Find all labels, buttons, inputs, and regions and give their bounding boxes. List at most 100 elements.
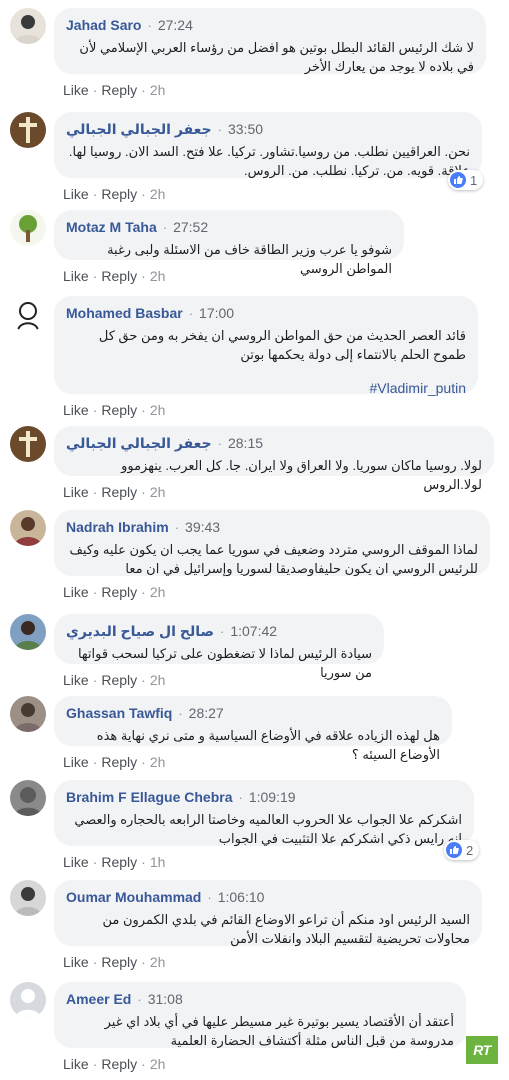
comment-text: قائد العصر الحديث من حق المواطن الروسي ا… <box>98 328 466 362</box>
reply-link[interactable]: Reply <box>101 484 137 500</box>
reply-link[interactable]: Reply <box>101 584 137 600</box>
reaction-count: 1 <box>470 172 478 188</box>
separator-dot: · <box>238 789 243 805</box>
avatar[interactable] <box>10 426 46 462</box>
comment-timestamp[interactable]: 33:50 <box>228 121 263 137</box>
separator-dot: · <box>92 1056 98 1072</box>
comment-actions: Like · Reply · 2h <box>63 82 165 98</box>
comment-actions: Like · Reply · 2h <box>63 402 165 418</box>
commenter-name[interactable]: صالح ال صياح البديري <box>66 623 214 640</box>
avatar[interactable] <box>10 982 46 1018</box>
comment-timestamp[interactable]: 17:00 <box>199 305 234 321</box>
comment-actions: Like · Reply · 2h <box>63 754 165 770</box>
commenter-name[interactable]: Oumar Mouhammad <box>66 889 201 905</box>
like-link[interactable]: Like <box>63 82 89 98</box>
commenter-name[interactable]: Brahim F Ellague Chebra <box>66 789 232 805</box>
commenter-name[interactable]: Motaz M Taha <box>66 219 157 235</box>
separator-dot: · <box>92 82 98 98</box>
comment-thread: Jahad Saro · 27:24 لا شك الرئيس القائد البط… <box>0 0 509 1080</box>
commenter-name[interactable]: جعفر الجبالي الجبالي <box>66 121 212 138</box>
comment-bubble: Mohamed Basbar · 17:00 قائد العصر الحديث من… <box>54 296 478 396</box>
separator-dot: · <box>92 186 98 202</box>
separator-dot: · <box>178 705 183 721</box>
comment-timestamp[interactable]: 27:24 <box>158 17 193 33</box>
comment-age[interactable]: 2h <box>150 672 166 688</box>
separator-dot: · <box>92 584 98 600</box>
separator-dot: · <box>141 1056 146 1072</box>
like-link[interactable]: Like <box>63 484 89 500</box>
comment-timestamp[interactable]: 1:06:10 <box>218 889 265 905</box>
commenter-name[interactable]: Mohamed Basbar <box>66 305 183 321</box>
comment-timestamp[interactable]: 28:15 <box>228 435 263 451</box>
separator-dot: · <box>141 854 146 870</box>
comment-age[interactable]: 2h <box>150 186 166 202</box>
avatar[interactable] <box>10 8 46 44</box>
hashtag-link[interactable]: #Vladimir_putin <box>66 372 467 404</box>
comment-age[interactable]: 2h <box>150 1056 166 1072</box>
like-link[interactable]: Like <box>63 1056 89 1072</box>
separator-dot: · <box>207 889 212 905</box>
comment-bubble: جعفر الجبالي الجبالي · 33:50 نحن. العراقيين… <box>54 112 482 178</box>
separator-dot: · <box>174 519 180 535</box>
separator-dot: · <box>220 623 225 639</box>
comment-actions: Like · Reply · 1h <box>63 854 165 870</box>
commenter-name[interactable]: Nadrah Ibrahim <box>66 519 169 535</box>
reply-link[interactable]: Reply <box>101 754 137 770</box>
comment-bubble: صالح ال صياح البديري · 1:07:42 سيادة الرئيس… <box>54 614 384 680</box>
comment-text: نحن. العراقيين نطلب. من روسيا.تشاور. ترك… <box>68 144 470 178</box>
reply-link[interactable]: Reply <box>101 854 137 870</box>
like-link[interactable]: Like <box>63 854 89 870</box>
reply-link[interactable]: Reply <box>101 672 137 688</box>
like-link[interactable]: Like <box>63 268 89 284</box>
comment-actions: Like · Reply · 2h <box>63 1056 165 1072</box>
comment-timestamp[interactable]: 31:08 <box>148 991 183 1007</box>
comment-timestamp[interactable]: 28:27 <box>189 705 224 721</box>
avatar[interactable] <box>10 210 46 246</box>
separator-dot: · <box>92 954 98 970</box>
like-link[interactable]: Like <box>63 186 89 202</box>
reply-link[interactable]: Reply <box>101 402 137 418</box>
commenter-name[interactable]: Ameer Ed <box>66 991 131 1007</box>
separator-dot: · <box>141 186 146 202</box>
rt-logo: RT <box>466 1036 498 1064</box>
comment-age[interactable]: 1h <box>150 854 166 870</box>
avatar[interactable] <box>10 880 46 916</box>
reply-link[interactable]: Reply <box>101 268 137 284</box>
like-link[interactable]: Like <box>63 584 89 600</box>
comment-age[interactable]: 2h <box>150 584 166 600</box>
separator-dot: · <box>147 17 152 33</box>
separator-dot: · <box>92 754 98 770</box>
separator-dot: · <box>141 402 146 418</box>
avatar[interactable] <box>10 780 46 816</box>
avatar[interactable] <box>10 614 46 650</box>
like-link[interactable]: Like <box>63 754 89 770</box>
reply-link[interactable]: Reply <box>101 1056 137 1072</box>
commenter-name[interactable]: Jahad Saro <box>66 17 141 33</box>
comment-bubble: Ghassan Tawfiq · 28:27 هل لهذه الزياده علاق… <box>54 696 452 762</box>
like-link[interactable]: Like <box>63 954 89 970</box>
commenter-name[interactable]: Ghassan Tawfiq <box>66 705 172 721</box>
comment-age[interactable]: 2h <box>150 82 166 98</box>
comment-timestamp[interactable]: 39:43 <box>185 519 220 535</box>
comment-age[interactable]: 2h <box>150 754 166 770</box>
commenter-name[interactable]: جعفر الجبالي الجبالي <box>66 435 212 452</box>
reply-link[interactable]: Reply <box>101 954 137 970</box>
like-link[interactable]: Like <box>63 672 89 688</box>
avatar[interactable] <box>10 510 46 546</box>
comment-age[interactable]: 2h <box>150 484 166 500</box>
comment-age[interactable]: 2h <box>150 268 166 284</box>
comment-timestamp[interactable]: 1:07:42 <box>230 623 277 639</box>
comment-age[interactable]: 2h <box>150 954 166 970</box>
reaction-count-badge[interactable]: 1 <box>448 170 484 190</box>
reaction-count-badge[interactable]: 2 <box>444 840 480 860</box>
comment-age[interactable]: 2h <box>150 402 166 418</box>
like-link[interactable]: Like <box>63 402 89 418</box>
reply-link[interactable]: Reply <box>101 186 137 202</box>
avatar[interactable] <box>10 112 46 148</box>
comment-actions: Like · Reply · 2h <box>63 672 165 688</box>
comment-timestamp[interactable]: 1:09:19 <box>249 789 296 805</box>
avatar[interactable] <box>10 296 46 332</box>
reply-link[interactable]: Reply <box>101 82 137 98</box>
avatar[interactable] <box>10 696 46 732</box>
comment-timestamp[interactable]: 27:52 <box>173 219 208 235</box>
